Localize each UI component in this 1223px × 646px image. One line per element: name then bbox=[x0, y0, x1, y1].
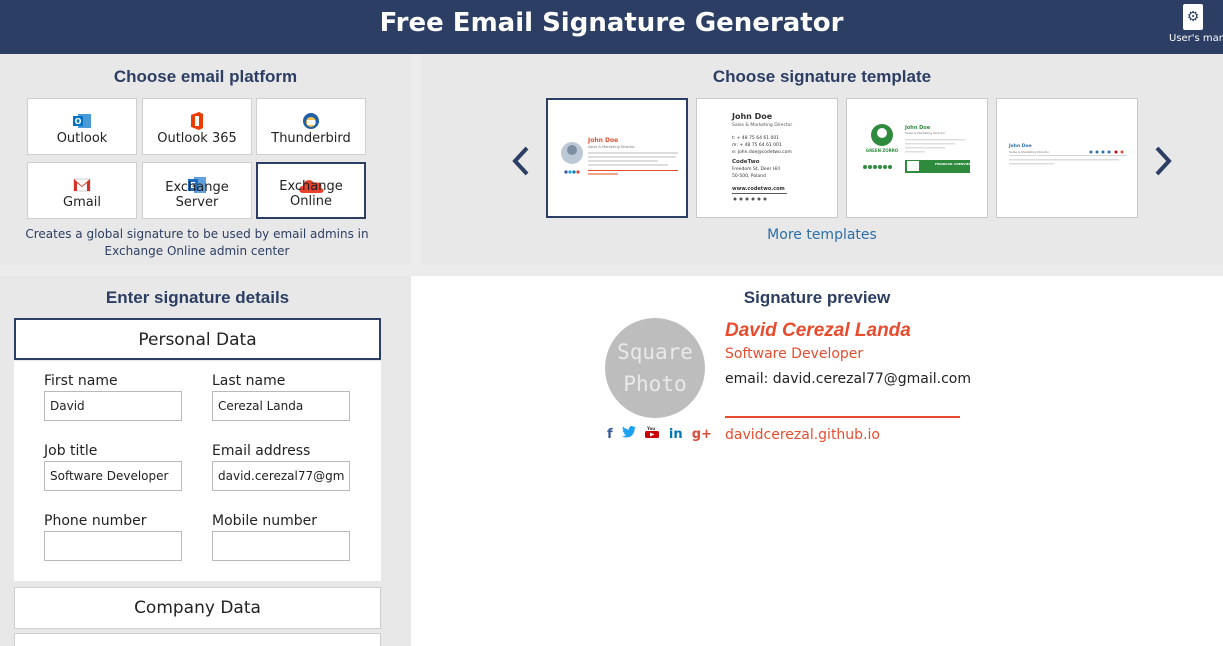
card3-banner: FINANCIAL OVERVIEW bbox=[935, 162, 973, 166]
details-panel-title: Enter signature details bbox=[105, 288, 290, 307]
platform-outlook365-button[interactable]: Outlook 365 bbox=[142, 98, 252, 155]
platform-label: Exchange Server bbox=[165, 180, 229, 210]
more-templates-link[interactable]: More templates bbox=[421, 227, 1223, 243]
signature-email: email: david.cerezal77@gmail.com bbox=[725, 371, 971, 387]
platform-outlook-button[interactable]: O Outlook bbox=[27, 98, 137, 155]
platform-label: Thunderbird bbox=[271, 131, 351, 146]
mobile-number-input[interactable] bbox=[212, 531, 350, 561]
linkedin-icon[interactable]: in bbox=[669, 427, 683, 442]
card2-role: Sales & Marketing Director bbox=[732, 122, 792, 128]
mobile-number-label: Mobile number bbox=[212, 513, 318, 529]
facebook-icon[interactable]: f bbox=[607, 427, 613, 442]
card1-name: John Doe bbox=[587, 137, 618, 144]
users-manual-label: User's manual bbox=[1169, 33, 1223, 44]
thunderbird-icon bbox=[303, 113, 319, 129]
platform-exchange-online-button[interactable]: Exchange Online bbox=[256, 162, 366, 219]
social-icons: f You in g+ bbox=[607, 426, 717, 442]
card4-name: John Doe bbox=[1008, 143, 1032, 149]
svg-text:O: O bbox=[75, 117, 82, 126]
platform-exchange-server-button[interactable]: E Exchange Server bbox=[142, 162, 252, 219]
template-card-4[interactable]: John Doe Sales & Marketing Director bbox=[996, 98, 1138, 218]
first-name-label: First name bbox=[44, 373, 118, 389]
next-section-header[interactable] bbox=[14, 633, 381, 646]
card3-role: Sales & Marketing Director bbox=[905, 131, 946, 135]
template-panel: Choose signature template John Doe Sales… bbox=[421, 54, 1223, 265]
platform-label: Outlook 365 bbox=[157, 131, 237, 146]
template-card-1[interactable]: John Doe Sales & Marketing Director bbox=[546, 98, 688, 218]
last-name-label: Last name bbox=[212, 373, 286, 389]
outlook-icon: O bbox=[73, 114, 91, 128]
job-title-input[interactable] bbox=[44, 461, 182, 491]
platform-gmail-button[interactable]: Gmail bbox=[27, 162, 137, 219]
card2-phone: t: + 48 75 64 61 001 bbox=[732, 135, 779, 141]
card2-email: e: john.doe@codetwo.com bbox=[732, 149, 792, 155]
template-prev-arrow-icon[interactable] bbox=[509, 141, 533, 187]
job-title-label: Job title bbox=[44, 443, 98, 459]
page-title: Free Email Signature Generator bbox=[379, 8, 844, 38]
signature-divider bbox=[725, 416, 960, 418]
top-bar: Free Email Signature Generator ⚙ User's … bbox=[0, 0, 1223, 54]
gmail-icon bbox=[73, 178, 91, 192]
card3-company: GREEN ZORRO bbox=[866, 148, 899, 153]
twitter-icon[interactable] bbox=[621, 426, 641, 442]
personal-data-header[interactable]: Personal Data bbox=[14, 318, 381, 360]
photo-line-2: Photo bbox=[623, 372, 687, 396]
manual-book-icon: ⚙ bbox=[1183, 4, 1203, 30]
card1-role: Sales & Marketing Director bbox=[588, 145, 635, 149]
card2-address: Freedom St, Deer Hill bbox=[732, 166, 780, 172]
template-card-3[interactable]: GREEN ZORRO John Doe Sales & Marketing D… bbox=[846, 98, 988, 218]
email-address-input[interactable] bbox=[212, 461, 350, 491]
users-manual-button[interactable]: ⚙ User's manual bbox=[1163, 4, 1223, 44]
card2-company: CodeTwo bbox=[732, 159, 760, 165]
googleplus-icon[interactable]: g+ bbox=[692, 427, 712, 442]
phone-number-label: Phone number bbox=[44, 513, 147, 529]
platform-description: Creates a global signature to be used by… bbox=[25, 227, 369, 258]
card2-web: www.codetwo.com bbox=[732, 186, 785, 192]
gear-icon: ⚙ bbox=[1186, 9, 1200, 25]
card2-mobile: m: + 48 75 64 61 001 bbox=[732, 142, 782, 148]
first-name-input[interactable] bbox=[44, 391, 182, 421]
office365-icon bbox=[191, 112, 203, 130]
personal-data-form: First name Last name Job title Email add… bbox=[14, 361, 381, 581]
template-next-arrow-icon[interactable] bbox=[1151, 141, 1175, 187]
signature-preview-panel: Signature preview Square Photo f You in … bbox=[411, 276, 1223, 646]
card4-role: Sales & Marketing Director bbox=[1009, 150, 1050, 154]
platform-label: Outlook bbox=[56, 131, 108, 146]
platform-panel-title: Choose email platform bbox=[113, 67, 298, 86]
signature-job-title: Software Developer bbox=[725, 346, 864, 362]
preview-title: Signature preview bbox=[743, 288, 891, 307]
square-photo-placeholder: Square Photo bbox=[605, 318, 705, 418]
template-panel-title: Choose signature template bbox=[712, 67, 932, 86]
photo-line-1: Square bbox=[617, 340, 693, 364]
phone-number-input[interactable] bbox=[44, 531, 182, 561]
company-data-header[interactable]: Company Data bbox=[14, 587, 381, 629]
svg-text:You: You bbox=[646, 426, 655, 431]
card2-city: 50-500, Poland bbox=[732, 173, 766, 179]
signature-name: David Cerezal Landa bbox=[725, 320, 911, 341]
signature-website-link[interactable]: davidcerezal.github.io bbox=[725, 427, 880, 443]
card2-name: John Doe bbox=[731, 112, 773, 121]
platform-thunderbird-button[interactable]: Thunderbird bbox=[256, 98, 366, 155]
platform-panel: Choose email platform O Outlook Outlook … bbox=[0, 54, 411, 265]
youtube-icon[interactable]: You bbox=[645, 426, 664, 442]
last-name-input[interactable] bbox=[212, 391, 350, 421]
platform-label: Gmail bbox=[63, 195, 101, 210]
platform-label: Exchange Online bbox=[279, 179, 343, 209]
template-card-2[interactable]: John Doe Sales & Marketing Director t: +… bbox=[696, 98, 838, 218]
email-address-label: Email address bbox=[212, 443, 311, 459]
